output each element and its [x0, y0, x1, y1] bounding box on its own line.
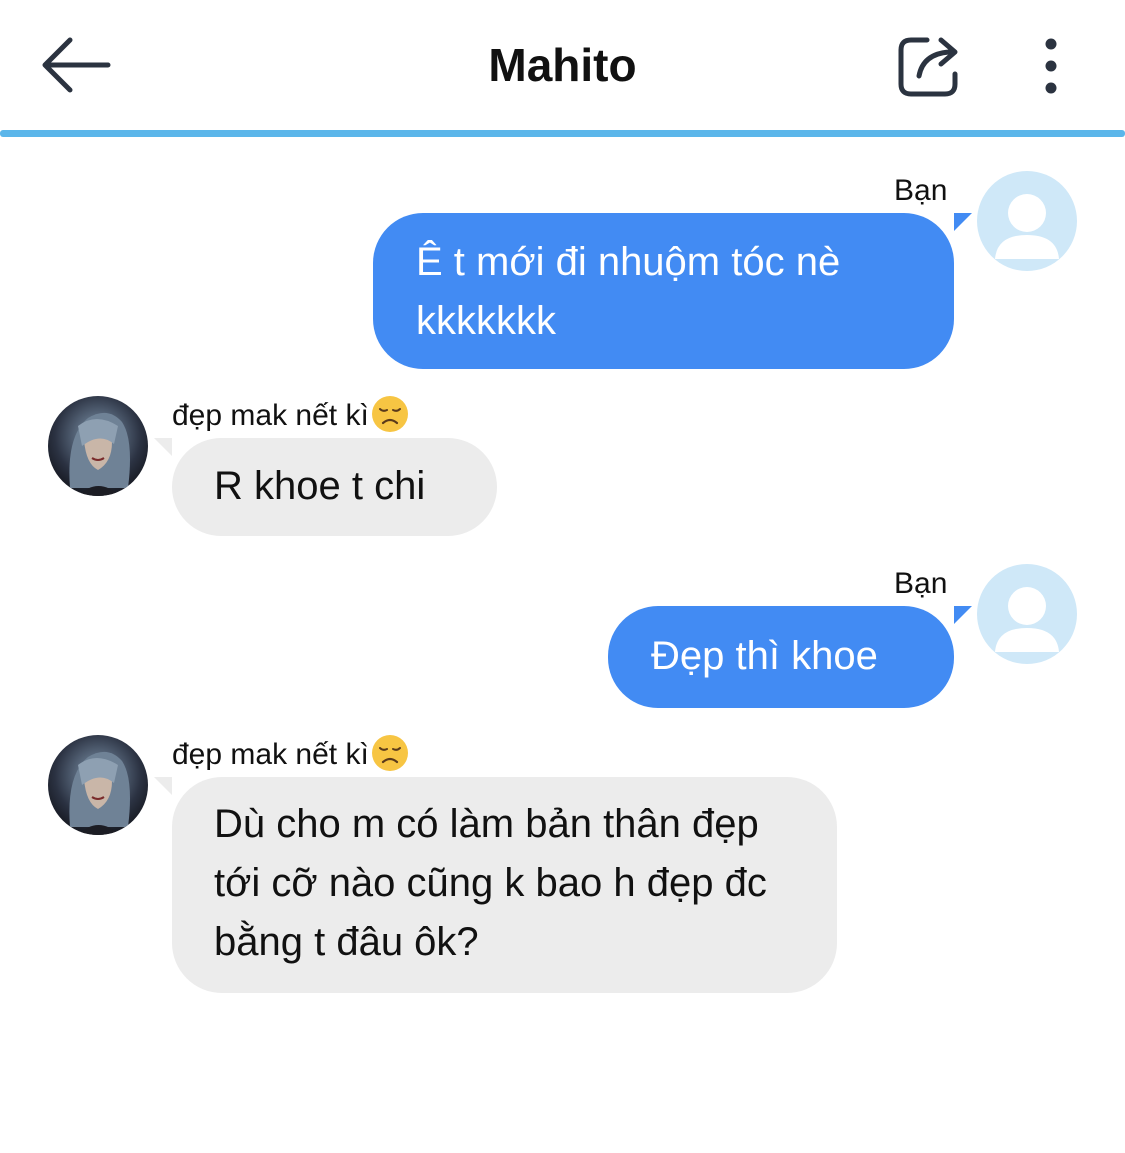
- more-vertical-icon: [1045, 38, 1057, 94]
- avatar-portrait-image: [69, 412, 130, 496]
- contact-avatar[interactable]: [48, 735, 148, 835]
- bubble-tail: [954, 606, 972, 624]
- contact-avatar[interactable]: [48, 396, 148, 496]
- default-user-icon: [995, 194, 1059, 259]
- sender-name: đẹp mak nết kì: [172, 737, 369, 771]
- sender-name-row: đẹp mak nết kì: [172, 734, 409, 775]
- message-bubble[interactable]: Ê t mới đi nhuộm tóc nè kkkkkkk: [373, 213, 954, 369]
- disappointed-face-emoji: [371, 734, 409, 772]
- disappointed-face-emoji: [371, 395, 409, 433]
- sender-name: Bạn: [894, 174, 948, 207]
- sender-name: Bạn: [894, 567, 948, 600]
- bubble-tail: [954, 213, 972, 231]
- message-bubble[interactable]: Đẹp thì khoe: [608, 606, 954, 708]
- header-divider: [0, 130, 1125, 137]
- default-user-icon: [995, 587, 1059, 652]
- user-avatar[interactable]: [977, 171, 1077, 271]
- avatar-portrait-image: [69, 751, 130, 835]
- share-button[interactable]: [893, 32, 967, 98]
- sender-name-row: đẹp mak nết kì: [172, 395, 409, 436]
- bubble-tail: [154, 438, 172, 456]
- user-avatar[interactable]: [977, 564, 1077, 664]
- message-bubble[interactable]: R khoe t chi: [172, 438, 497, 536]
- bubble-tail: [154, 777, 172, 795]
- share-icon: [898, 37, 958, 97]
- chat-header: Mahito: [0, 0, 1125, 137]
- more-options-button[interactable]: [1030, 34, 1072, 98]
- sender-name: đẹp mak nết kì: [172, 398, 369, 432]
- message-bubble[interactable]: Dù cho m có làm bản thân đẹp tới cỡ nào …: [172, 777, 837, 993]
